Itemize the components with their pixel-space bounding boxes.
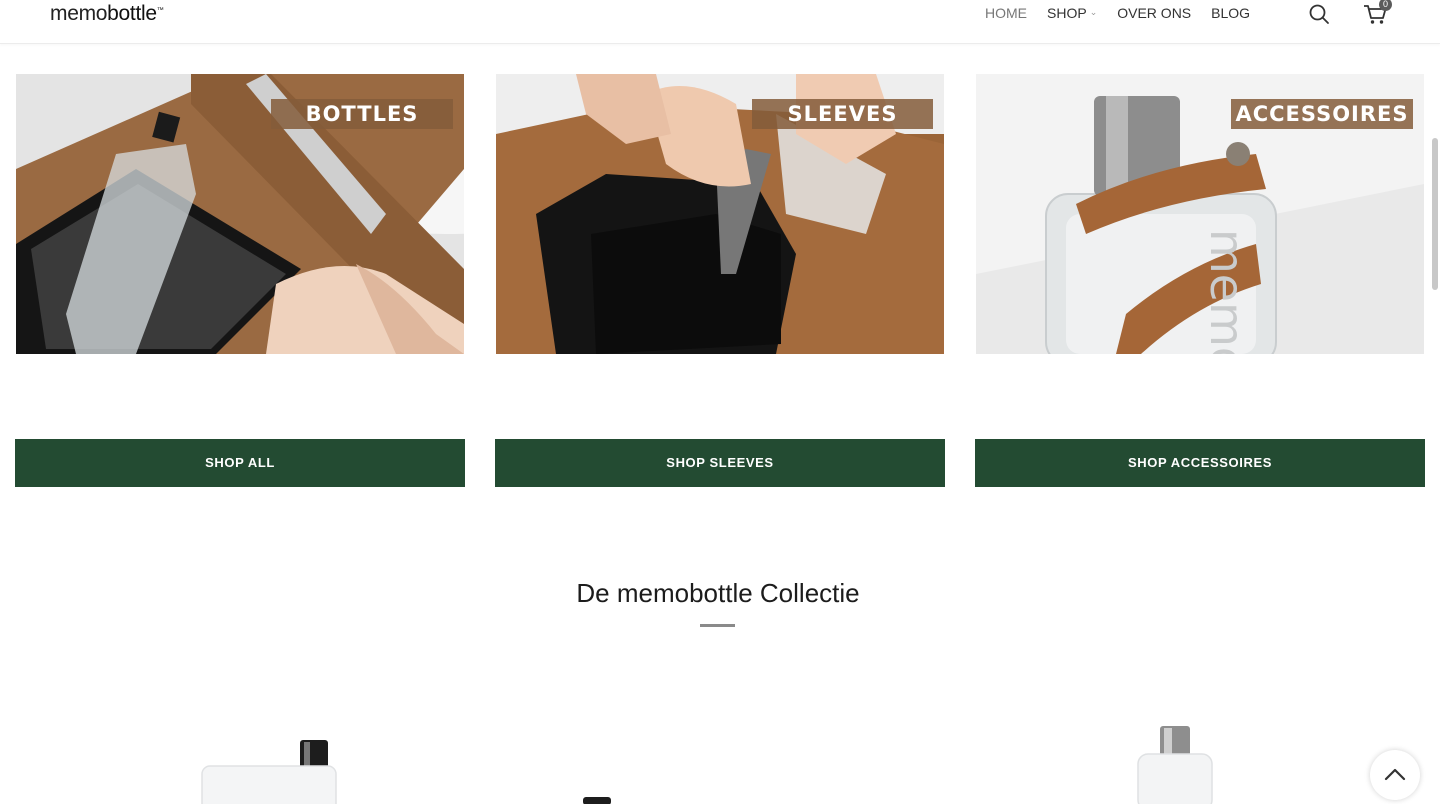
product-image-a6[interactable]: [578, 794, 618, 804]
search-icon[interactable]: [1308, 3, 1330, 25]
logo[interactable]: memobottle™: [50, 2, 164, 26]
nav-blog-label: BLOG: [1211, 5, 1251, 21]
product-image-pocket[interactable]: [1134, 722, 1216, 804]
chevron-down-icon: ⌄: [1089, 6, 1098, 17]
category-label-bottles: BOTTLES: [271, 99, 453, 129]
nav-over-ons[interactable]: OVER ONS: [1117, 5, 1191, 21]
category-card-accessoires[interactable]: memo ACCESSOIRES: [976, 74, 1424, 354]
back-to-top-button[interactable]: [1370, 750, 1420, 800]
main-nav: HOME SHOP ⌄ OVER ONS BLOG: [985, 5, 1270, 21]
site-header: memobottle™ HOME SHOP ⌄ OVER ONS BLOG 0: [0, 0, 1440, 44]
nav-home-label: HOME: [985, 5, 1027, 21]
logo-text-bold: bottle: [107, 2, 157, 25]
nav-blog[interactable]: BLOG: [1211, 5, 1250, 21]
chevron-up-icon: [1384, 768, 1406, 781]
collection-title: De memobottle Collectie: [576, 578, 860, 608]
nav-home[interactable]: HOME: [985, 5, 1027, 21]
title-divider: [700, 624, 735, 627]
nav-shop-label: SHOP: [1047, 5, 1087, 21]
shop-accessoires-button[interactable]: SHOP ACCESSOIRES: [975, 439, 1425, 487]
logo-trademark: ™: [156, 7, 164, 14]
nav-shop[interactable]: SHOP ⌄: [1047, 5, 1097, 21]
svg-text:memo: memo: [1200, 229, 1254, 354]
category-card-sleeves[interactable]: SLEEVES: [496, 74, 944, 354]
category-label-accessoires: ACCESSOIRES: [1231, 99, 1413, 129]
product-image-a5[interactable]: [196, 736, 342, 804]
nav-over-ons-label: OVER ONS: [1117, 5, 1192, 21]
category-label-sleeves: SLEEVES: [752, 99, 933, 129]
logo-text-light: memo: [50, 2, 108, 25]
category-card-bottles[interactable]: BOTTLES: [16, 74, 464, 354]
shop-all-button[interactable]: SHOP ALL: [15, 439, 465, 487]
cart-count-badge: 0: [1379, 0, 1392, 11]
scrollbar-thumb[interactable]: [1432, 138, 1438, 290]
shop-sleeves-button[interactable]: SHOP SLEEVES: [495, 439, 945, 487]
